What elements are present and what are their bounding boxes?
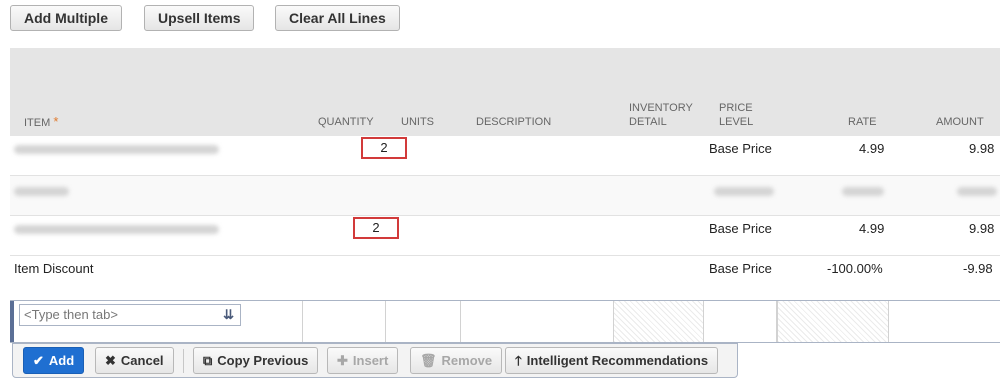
- cancel-line-button[interactable]: ✖ Cancel: [95, 347, 174, 374]
- column-description-header[interactable]: DESCRIPTION: [476, 115, 551, 129]
- item-cell: Item Discount: [14, 261, 94, 276]
- price-level-cell: Base Price: [709, 141, 772, 156]
- add-multiple-button[interactable]: Add Multiple: [10, 5, 122, 31]
- table-row[interactable]: [10, 176, 1000, 216]
- grid-header: ITEM * QUANTITY UNITS DESCRIPTION INVENT…: [10, 48, 1000, 136]
- item-select-placeholder: <Type then tab>: [24, 307, 118, 322]
- amount-cell: 9.98: [969, 221, 995, 236]
- cancel-line-label: Cancel: [120, 353, 164, 368]
- trash-icon: 🗑: [420, 353, 437, 368]
- required-marker: *: [53, 114, 59, 129]
- price-level-cell: Base Price: [709, 221, 772, 236]
- remove-line-button[interactable]: 🗑 Remove: [410, 347, 503, 374]
- column-item-header[interactable]: ITEM *: [24, 115, 58, 130]
- column-item-label: ITEM: [24, 117, 51, 129]
- redacted-item-name: [14, 187, 69, 196]
- column-units-header[interactable]: UNITS: [401, 115, 434, 129]
- quantity-cell-highlighted[interactable]: 2: [353, 217, 399, 239]
- intelligent-recommendations-label: Intelligent Recommendations: [526, 353, 709, 368]
- close-icon: ✖: [105, 353, 116, 368]
- add-line-label: Add: [48, 353, 75, 368]
- column-inventory-detail-header[interactable]: INVENTORY DETAIL: [629, 101, 693, 129]
- column-divider: [302, 301, 303, 342]
- column-divider: [460, 301, 461, 342]
- price-level-label-line1: PRICE: [719, 102, 753, 114]
- table-row[interactable]: 2 Base Price 4.99 9.98: [10, 136, 1000, 176]
- price-level-label-line2: LEVEL: [719, 116, 754, 128]
- item-sublist: ITEM * QUANTITY UNITS DESCRIPTION INVENT…: [10, 48, 1000, 298]
- inventory-detail-disabled-cell: [613, 301, 704, 342]
- inventory-detail-label-line1: INVENTORY: [629, 102, 693, 114]
- redacted-item-name: [14, 225, 219, 234]
- column-rate-header[interactable]: RATE: [848, 115, 877, 129]
- insert-line-button[interactable]: ✚ Insert: [327, 347, 399, 374]
- copy-previous-label: Copy Previous: [217, 353, 309, 368]
- amount-cell: -9.98: [963, 261, 993, 276]
- copy-previous-button[interactable]: ⧉ Copy Previous: [193, 347, 319, 374]
- checkmark-icon: ✔: [33, 353, 44, 368]
- rate-cell: -100.00%: [827, 261, 883, 276]
- add-line-button[interactable]: ✔ Add: [23, 347, 85, 374]
- rate-cell: 4.99: [859, 141, 885, 156]
- inventory-detail-label-line2: DETAIL: [629, 116, 667, 128]
- toolbar-divider: [183, 349, 184, 373]
- redacted-rate: [842, 187, 884, 196]
- table-row[interactable]: Item Discount Base Price -100.00% -9.98: [10, 256, 1000, 296]
- redacted-price-level: [714, 187, 774, 196]
- column-price-level-header[interactable]: PRICE LEVEL: [719, 101, 753, 129]
- remove-line-label: Remove: [441, 353, 493, 368]
- quantity-cell-highlighted[interactable]: 2: [361, 137, 407, 159]
- clear-all-lines-button[interactable]: Clear All Lines: [275, 5, 400, 31]
- rate-disabled-cell: [777, 301, 889, 342]
- column-amount-header[interactable]: AMOUNT: [936, 115, 984, 129]
- column-quantity-header[interactable]: QUANTITY: [318, 115, 374, 129]
- upsell-items-button[interactable]: Upsell Items: [144, 5, 255, 31]
- table-row[interactable]: 2 Base Price 4.99 9.98: [10, 216, 1000, 256]
- edit-row-indicator: [10, 301, 14, 342]
- column-divider: [385, 301, 386, 342]
- new-line-edit-row: <Type then tab> ⇊: [10, 300, 1000, 343]
- item-select-input[interactable]: <Type then tab> ⇊: [19, 304, 241, 326]
- price-level-cell: Base Price: [709, 261, 772, 276]
- copy-icon: ⧉: [203, 353, 213, 368]
- rate-cell: 4.99: [859, 221, 885, 236]
- plus-icon: ✚: [337, 353, 348, 368]
- intelligent-recommendations-button[interactable]: 🡑 Intelligent Recommendations: [505, 347, 719, 374]
- amount-cell: 9.98: [969, 141, 995, 156]
- arrow-up-icon: 🡑: [515, 353, 522, 368]
- redacted-item-name: [14, 145, 219, 154]
- line-action-bar: ✔ Add ✖ Cancel ⧉ Copy Previous ✚ Insert 🗑 Rem…: [12, 343, 738, 378]
- insert-line-label: Insert: [352, 353, 389, 368]
- redacted-amount: [957, 187, 997, 196]
- double-chevron-down-icon[interactable]: ⇊: [223, 305, 234, 325]
